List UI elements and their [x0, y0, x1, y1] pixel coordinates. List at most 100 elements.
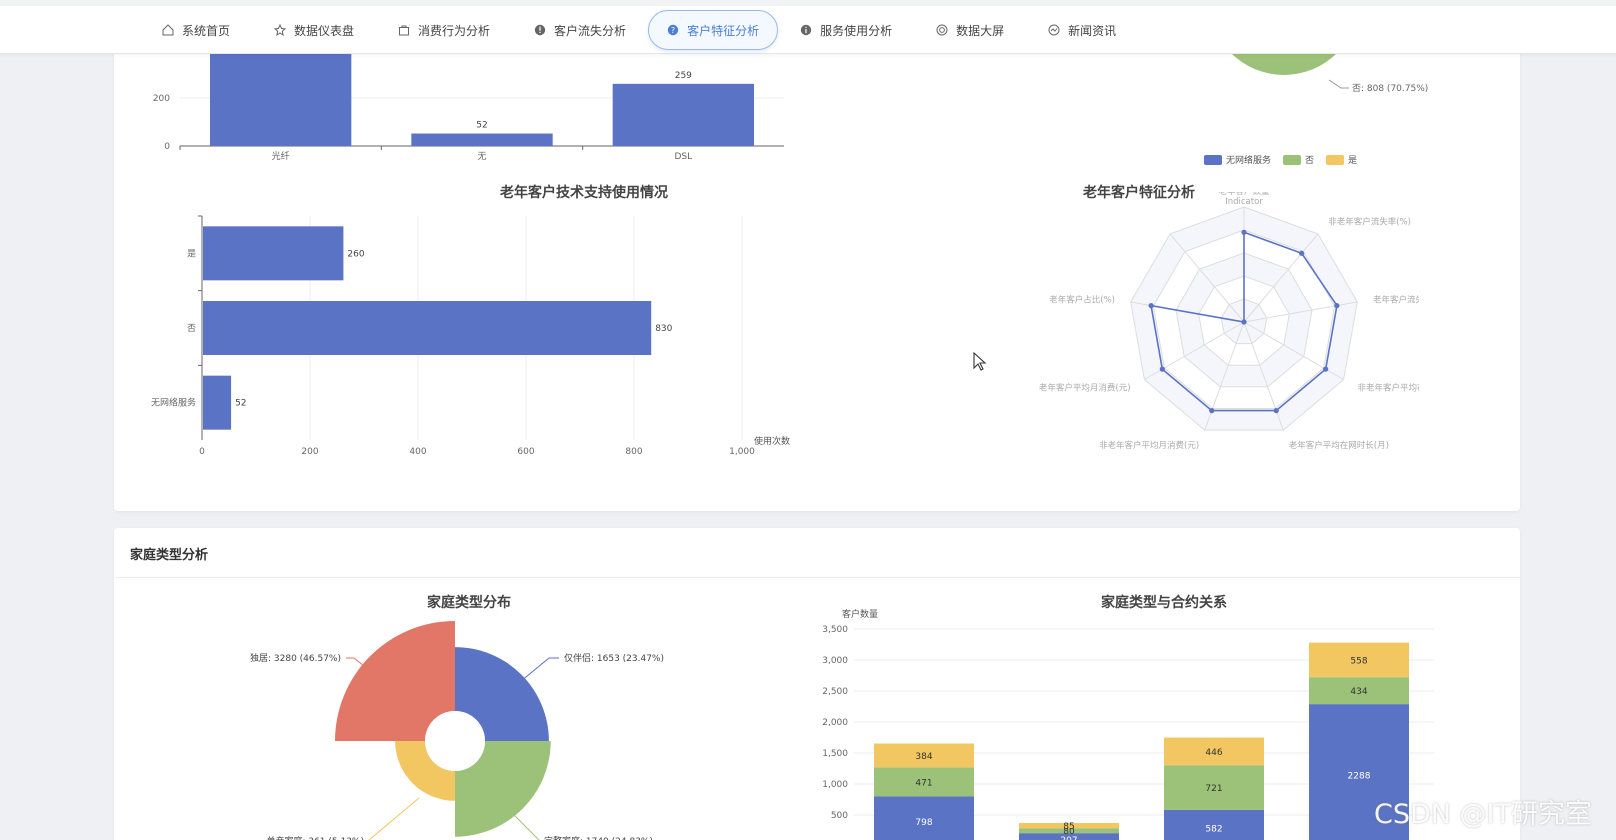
- card-header: 家庭类型分析: [114, 528, 1520, 578]
- label-line: [346, 657, 365, 667]
- x-tick-label: DSL: [674, 152, 692, 162]
- radar-indicator-label: 非老年客户平均月消费(元): [1099, 440, 1199, 451]
- nav-item-label: 数据仪表盘: [294, 23, 355, 38]
- bar-data-label: 434: [1350, 687, 1367, 697]
- bar: [203, 375, 232, 430]
- radar-indicator-label: 老年客户流失率(%): [1373, 294, 1419, 305]
- bar-data-label: 52: [476, 121, 487, 131]
- card-title: 家庭类型分析: [130, 548, 209, 563]
- nav-item-2[interactable]: 消费行为分析: [376, 10, 512, 50]
- top-pie-legend: 无网络服务 否 是: [1204, 154, 1357, 166]
- tech-support-chart: 0 200 400 600 800 1,000使用次数 260 是 830 否 52 无网络服务: [151, 215, 790, 457]
- x-tick-label: 光纤: [272, 150, 290, 162]
- bar-data-label: 384: [915, 752, 932, 762]
- slice-label: 单亲家庭: 361 (5.13%): [266, 835, 364, 840]
- bar-data-label: 830: [655, 324, 672, 334]
- y-tick-label: 3,500: [822, 625, 848, 635]
- radar-point: [1148, 303, 1154, 309]
- family-analysis-card: 家庭类型分析 家庭类型分布 仅伴侣: 1653 (23.47%) 独居: 3280…: [114, 528, 1520, 840]
- legend-label: 是: [1348, 155, 1357, 166]
- tech-support-chart-title: 老年客户技术支持使用情况: [500, 185, 668, 201]
- bar: [203, 301, 652, 355]
- legend-label: 否: [1305, 155, 1314, 166]
- y-tick-label: 0: [164, 142, 170, 152]
- senior-radar-chart: 老年客户数量非老年客户流失率(%)老年客户流失率(%)非老年客户平均在网时长(月…: [1039, 192, 1419, 451]
- radar-indicator-label: 老年客户平均在网时长(月): [1289, 440, 1389, 451]
- radar-point: [1241, 229, 1247, 235]
- slice-label: 仅伴侣: 1653 (23.47%): [564, 652, 664, 664]
- y-tick-label: 3,000: [822, 656, 848, 666]
- pie-label-no: 否: 808 (70.75%): [1352, 83, 1428, 94]
- radar-point: [1299, 250, 1305, 256]
- radar-point: [1159, 366, 1165, 372]
- legend-swatch: [1283, 155, 1301, 165]
- radar-indicator-label: 非老年客户流失率(%): [1328, 217, 1411, 228]
- nav-item-label: 服务使用分析: [820, 23, 893, 38]
- x-tick-label: 1,000: [729, 447, 755, 457]
- bar-data-label: 52: [235, 399, 246, 409]
- senior-analysis-card: 0 200 光纤 52 无 259 DSL 否: 808 (70.75%) 无网络服务否是 …: [114, 0, 1520, 511]
- bar-data-label: 2288: [1348, 772, 1371, 782]
- bar-data-label: 471: [915, 778, 932, 788]
- nav-item-5[interactable]: 服务使用分析: [778, 10, 914, 50]
- watermark: CSDN @IT研究室: [1374, 799, 1593, 830]
- bar-data-label: 798: [915, 818, 932, 828]
- x-tick-label: 无: [477, 151, 486, 162]
- y-tick-label: 2,000: [822, 718, 848, 728]
- bar-data-label: 721: [1205, 784, 1222, 794]
- bar-data-label: 85: [1063, 822, 1074, 832]
- x-tick-label: 600: [517, 447, 534, 457]
- home-icon: [162, 24, 174, 36]
- x-tick-label: 400: [409, 447, 426, 457]
- radar-point: [1334, 303, 1340, 309]
- legend-label: 无网络服务: [1226, 154, 1271, 166]
- slice-label: 独居: 3280 (46.57%): [250, 652, 341, 664]
- radar-point: [1273, 408, 1279, 414]
- bar-data-label: 260: [347, 249, 364, 259]
- nav-item-0[interactable]: 系统首页: [140, 10, 252, 50]
- nav-item-label: 客户流失分析: [554, 23, 627, 38]
- radar-point: [1209, 408, 1215, 414]
- nav-item-3[interactable]: 客户流失分析: [512, 10, 648, 50]
- radar-indicator-label: Indicator: [1225, 197, 1263, 207]
- rose-center: [425, 711, 485, 771]
- y-tick-label: 是: [187, 248, 196, 259]
- legend-swatch: [1326, 155, 1344, 165]
- x-tick-label: 0: [199, 447, 205, 457]
- nav-item-6[interactable]: 数据大屏: [914, 10, 1026, 50]
- slice-label: 完整家庭: 1749 (24.83%): [544, 835, 653, 840]
- news-icon: [1048, 24, 1060, 36]
- y-tick-label: 500: [831, 811, 848, 821]
- nav-item-label: 消费行为分析: [418, 23, 491, 38]
- radar-indicator-label: 非老年客户平均在网时长(月): [1357, 383, 1419, 394]
- svg-text:?: ?: [671, 26, 675, 35]
- nav-item-1[interactable]: 数据仪表盘: [252, 10, 376, 50]
- y-tick-label: 2,500: [822, 687, 848, 697]
- mouse-cursor-icon: [973, 352, 987, 371]
- alert-icon: [534, 24, 546, 36]
- y-tick-label: 否: [187, 323, 196, 334]
- radar-point: [1323, 366, 1329, 372]
- screen-icon: [936, 24, 948, 36]
- top-strip: [0, 0, 1616, 6]
- nav-item-7[interactable]: 新闻资讯: [1026, 10, 1138, 50]
- pie-label-line: [1328, 79, 1349, 89]
- y-tick-label: 200: [153, 94, 170, 104]
- bar: [203, 226, 344, 281]
- nav-item-4[interactable]: ? 客户特征分析: [648, 10, 779, 50]
- nav-item-label: 客户特征分析: [687, 23, 760, 38]
- bar: [612, 83, 754, 146]
- x-tick-label: 800: [625, 447, 642, 457]
- label-line: [368, 797, 420, 840]
- family-type-rose-chart: 仅伴侣: 1653 (23.47%) 独居: 3280 (46.57%) 完整家庭:…: [250, 621, 664, 840]
- y-axis-label: 客户数量: [842, 608, 878, 620]
- x-axis-label: 使用次数: [754, 435, 790, 447]
- bar-data-label: 558: [1350, 656, 1367, 666]
- bar: [411, 133, 553, 146]
- bag-icon: [398, 24, 410, 36]
- y-tick-label: 无网络服务: [151, 397, 196, 409]
- info-icon: [800, 24, 812, 36]
- nav-menu: 系统首页 数据仪表盘 消费行为分析 客户流失分析? 客户特征分析 服务使用分析 数据大屏 新闻…: [140, 8, 1138, 52]
- label-line: [508, 809, 540, 840]
- bar-data-label: 259: [675, 71, 692, 81]
